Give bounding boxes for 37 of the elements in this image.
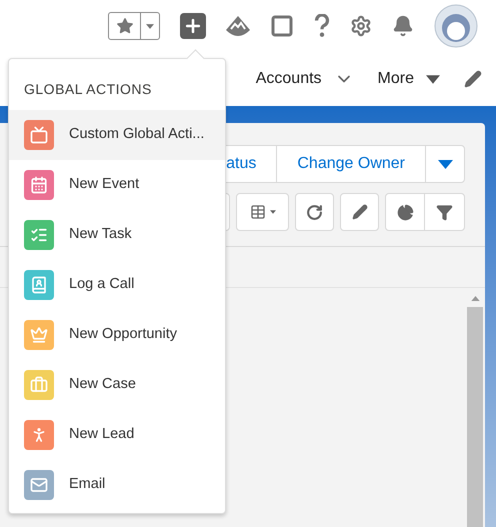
pie-chart-icon xyxy=(396,204,414,220)
caret-icon xyxy=(426,74,440,84)
menu-item[interactable]: New Task xyxy=(9,210,225,260)
filter-icon xyxy=(436,204,453,220)
favorites-button[interactable] xyxy=(108,12,160,40)
edit-icon[interactable] xyxy=(464,70,482,88)
caret-icon xyxy=(270,210,276,214)
action-button[interactable]: Change Owner xyxy=(277,146,426,182)
help-icon[interactable] xyxy=(314,14,330,38)
menu-item[interactable]: New Lead xyxy=(9,410,225,460)
square-icon[interactable] xyxy=(270,14,294,38)
menu-item[interactable]: New Case xyxy=(9,360,225,410)
refresh-icon xyxy=(306,204,323,220)
menu-item[interactable]: New Event xyxy=(9,160,225,210)
scroll-up-icon xyxy=(470,296,480,301)
menu-item[interactable]: New Opportunity xyxy=(9,310,225,360)
table-icon xyxy=(250,204,266,220)
nav-tab[interactable]: More xyxy=(378,67,414,91)
display-button[interactable] xyxy=(236,193,289,231)
nav-tab[interactable]: Accounts xyxy=(256,67,322,91)
refresh-button[interactable] xyxy=(295,193,334,231)
menu-title: GLOBAL ACTIONS xyxy=(23,80,152,99)
caret-icon xyxy=(438,160,452,168)
caret-icon xyxy=(146,24,154,28)
mountain-icon[interactable] xyxy=(226,16,250,36)
bell-icon[interactable] xyxy=(392,15,414,37)
avatar[interactable] xyxy=(434,4,478,48)
menu-item[interactable]: Log a Call xyxy=(9,260,225,310)
star-icon xyxy=(116,17,134,35)
menu-item[interactable]: Custom Global Acti... xyxy=(9,110,225,160)
scrollbar[interactable] xyxy=(467,307,483,527)
edit-button[interactable] xyxy=(340,193,379,231)
settings-icon[interactable] xyxy=(350,15,372,37)
plus-icon xyxy=(183,16,203,36)
menu-item[interactable]: Email xyxy=(9,460,225,510)
pencil-icon xyxy=(352,204,368,220)
add-button[interactable] xyxy=(180,13,206,39)
